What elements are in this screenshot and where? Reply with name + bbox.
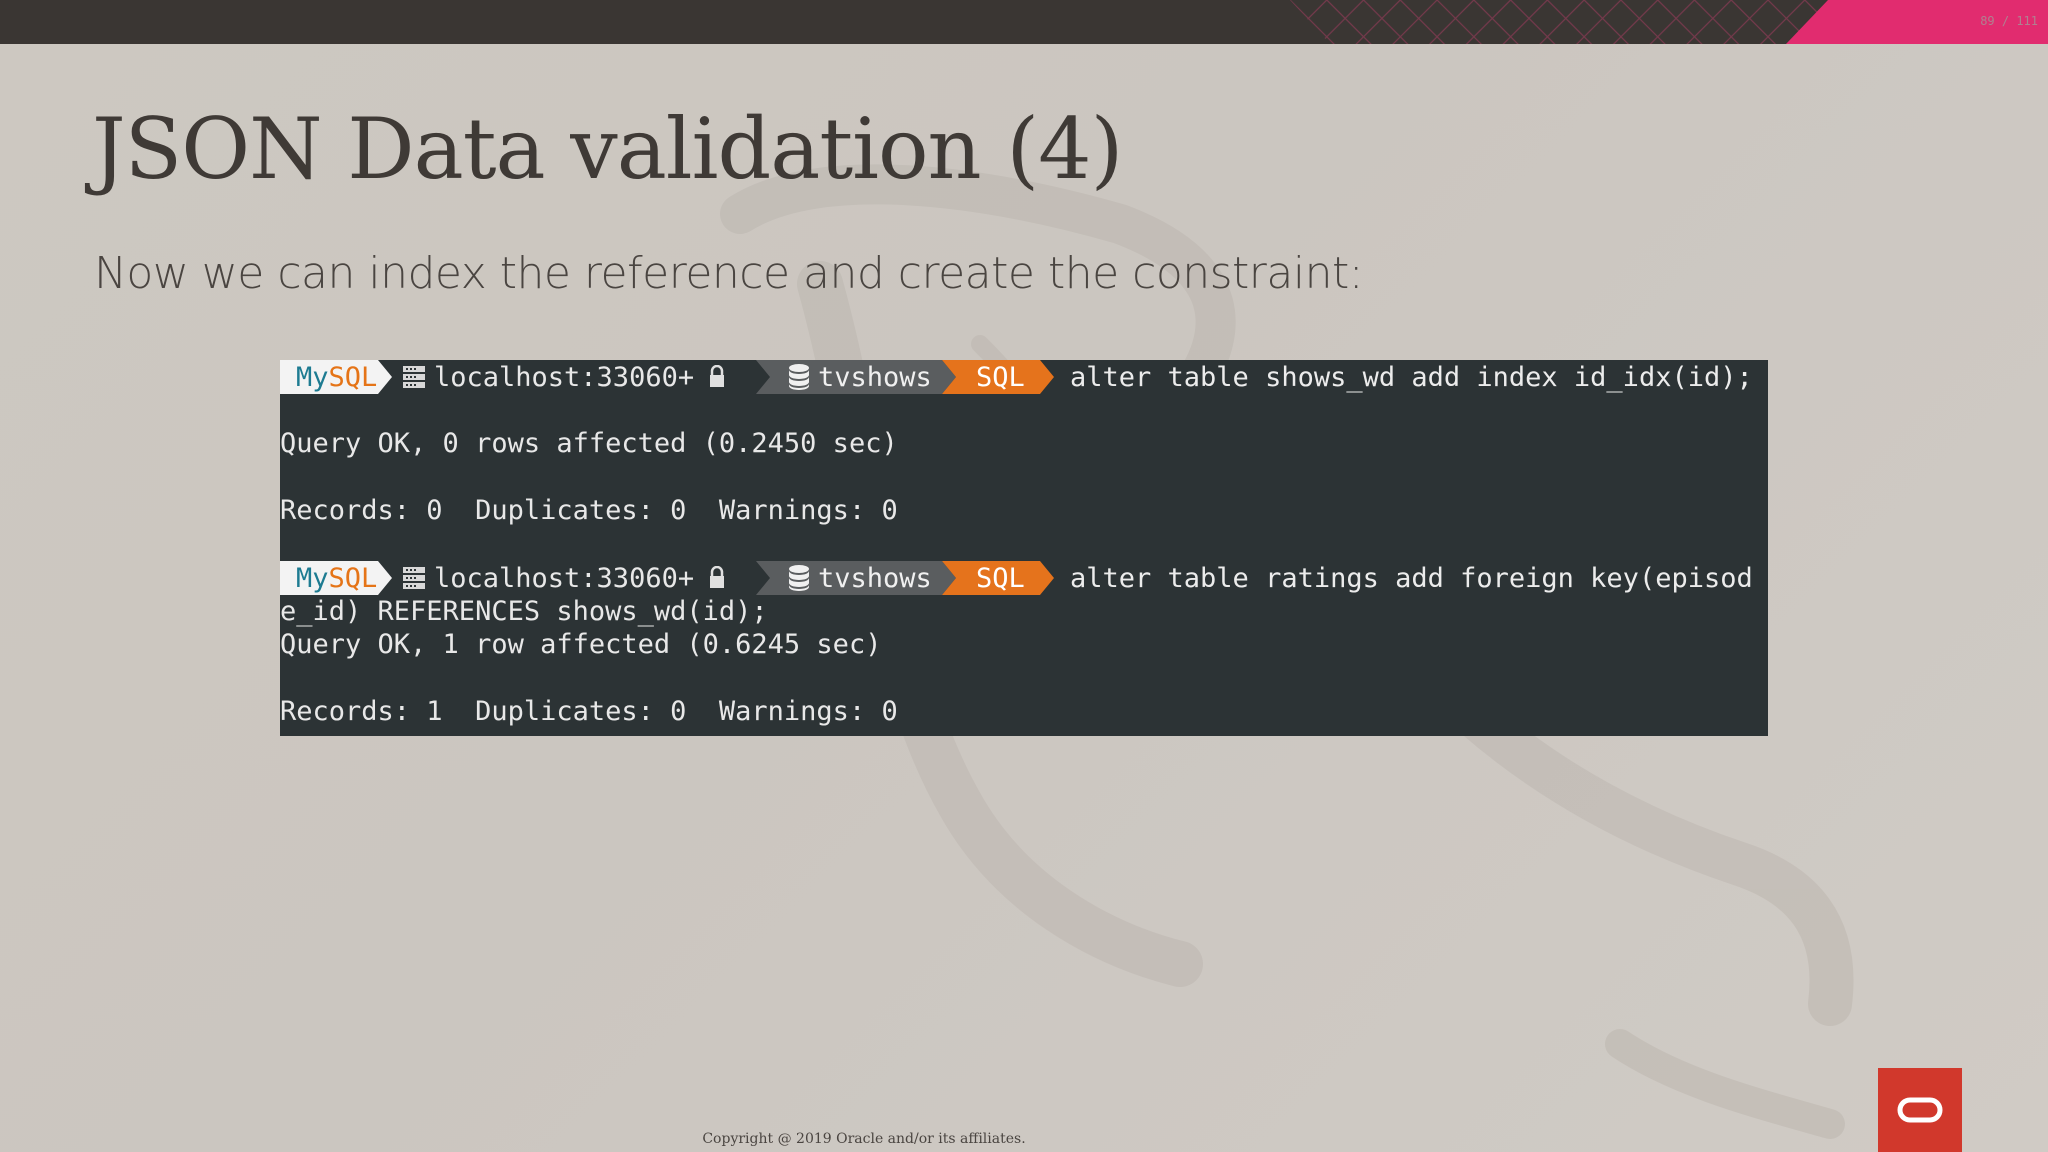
mysql-my-text: My	[296, 562, 329, 594]
top-banner: 89 / 111	[0, 0, 2048, 44]
shell-prompt: My SQL localhost:33060+ tvshows SQL alter…	[280, 561, 1753, 595]
mysql-my-text: My	[296, 361, 329, 393]
command-text: alter table ratings add foreign key(epis…	[1070, 562, 1753, 594]
prompt-schema-segment: tvshows	[756, 360, 956, 394]
prompt-host-segment: localhost:33060+	[392, 360, 766, 394]
banner-pattern	[1290, 0, 1850, 44]
prompt-schema: tvshows	[818, 361, 932, 393]
prompt-schema-segment: tvshows	[756, 561, 956, 595]
output-line: Query OK, 1 row affected (0.6245 sec)	[280, 629, 882, 660]
server-icon	[403, 366, 425, 388]
mysql-sql-text: SQL	[328, 562, 378, 594]
prompt-mode-segment: SQL	[942, 360, 1054, 394]
terminal-screenshot: My SQL localhost:33060+ tvshows SQL alter…	[280, 360, 1768, 736]
prompt-mysql-segment: My SQL	[280, 360, 392, 394]
prompt-mode-segment: SQL	[942, 561, 1054, 595]
oracle-logo-icon	[1897, 1097, 1943, 1123]
prompt-host: localhost:33060+	[434, 562, 695, 594]
command-text: alter table shows_wd add index id_idx(id…	[1070, 361, 1753, 393]
oracle-logo	[1878, 1068, 1962, 1152]
output-line: Records: 0 Duplicates: 0 Warnings: 0	[280, 495, 898, 526]
output-line: Query OK, 0 rows affected (0.2450 sec)	[280, 428, 898, 459]
lock-icon	[710, 365, 725, 387]
shell-prompt: My SQL localhost:33060+ tvshows SQL alter…	[280, 360, 1753, 394]
lock-icon	[710, 566, 725, 588]
command-wrap-line: e_id) REFERENCES shows_wd(id);	[280, 596, 768, 627]
prompt-mysql-segment: My SQL	[280, 561, 392, 595]
slide-subtitle: Now we can index the reference and creat…	[94, 248, 1364, 299]
prompt-host: localhost:33060+	[434, 361, 695, 393]
prompt-schema: tvshows	[818, 562, 932, 594]
prompt-mode: SQL	[976, 562, 1025, 594]
database-icon	[789, 364, 809, 390]
output-line: Records: 1 Duplicates: 0 Warnings: 0	[280, 696, 898, 727]
server-icon	[403, 567, 425, 589]
prompt-mode: SQL	[976, 361, 1025, 393]
prompt-host-segment: localhost:33060+	[392, 561, 766, 595]
slide-title: JSON Data validation (4)	[92, 100, 1123, 198]
page-indicator: 89 / 111	[1980, 14, 2038, 28]
mysql-sql-text: SQL	[328, 361, 378, 393]
copyright-footer: Copyright @ 2019 Oracle and/or its affil…	[702, 1131, 1026, 1147]
database-icon	[789, 565, 809, 591]
